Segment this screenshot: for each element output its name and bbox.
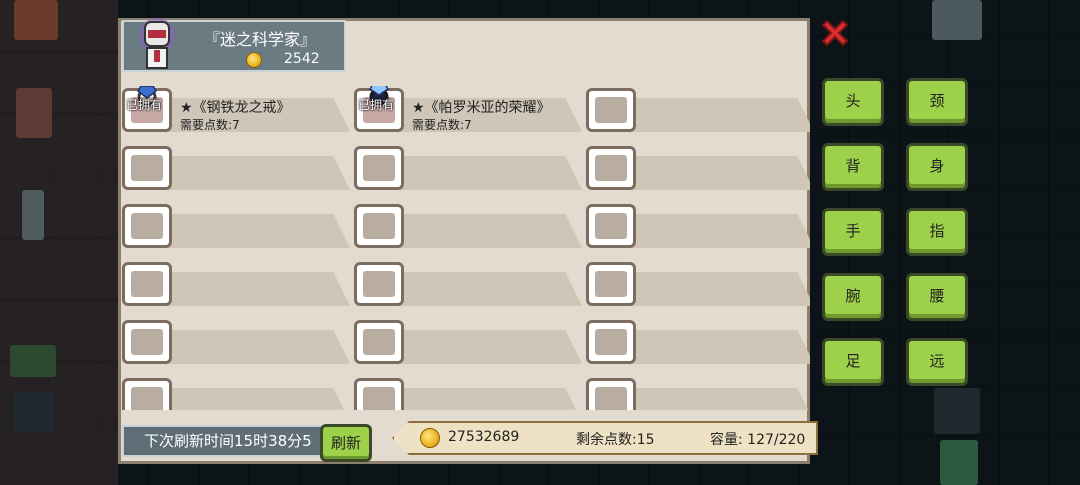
empty-item-slot[interactable] bbox=[586, 144, 810, 192]
gold-coin-icon bbox=[246, 52, 262, 68]
item-frame bbox=[354, 146, 404, 190]
scientist-avatar-icon bbox=[139, 18, 175, 69]
item-frame bbox=[586, 262, 636, 306]
slot-background bbox=[144, 388, 350, 410]
item-frame bbox=[586, 88, 636, 132]
slot-button-back[interactable]: 背 bbox=[822, 143, 884, 191]
slot-button-head[interactable]: 头 bbox=[822, 78, 884, 126]
background-machine bbox=[940, 440, 978, 485]
item-frame bbox=[122, 146, 172, 190]
slot-background bbox=[608, 272, 810, 306]
slot-background bbox=[376, 214, 582, 248]
slot-background bbox=[144, 214, 350, 248]
slot-background bbox=[608, 388, 810, 410]
item-frame bbox=[122, 204, 172, 248]
merchant-profile: 『迷之科学家』 2542 bbox=[122, 18, 346, 72]
empty-item-slot[interactable] bbox=[586, 318, 810, 366]
empty-item-slot[interactable] bbox=[122, 202, 350, 250]
slot-background bbox=[144, 330, 350, 364]
empty-item-slot[interactable] bbox=[586, 260, 810, 308]
slot-background bbox=[608, 214, 810, 248]
background-vent bbox=[14, 392, 54, 432]
slot-button-neck[interactable]: 颈 bbox=[906, 78, 968, 126]
empty-item-slot[interactable] bbox=[354, 202, 582, 250]
item-row bbox=[122, 376, 810, 410]
item-name: ★《钢铁龙之戒》 bbox=[180, 100, 291, 116]
refresh-timer: 下次刷新时间15时38分5 bbox=[122, 425, 344, 457]
background-machine bbox=[932, 0, 982, 40]
item-frame bbox=[586, 204, 636, 248]
item-row bbox=[122, 260, 810, 310]
merchant-name: 『迷之科学家』 bbox=[204, 30, 317, 49]
item-slot[interactable]: 已拥有 ★《帕罗米亚的荣耀》 需要点数:7 bbox=[354, 86, 582, 134]
background-machine bbox=[10, 345, 56, 377]
slot-button-waist[interactable]: 腰 bbox=[906, 273, 968, 321]
empty-item-slot[interactable] bbox=[122, 318, 350, 366]
slot-background bbox=[376, 330, 582, 364]
slot-button-foot[interactable]: 足 bbox=[822, 338, 884, 386]
refresh-button[interactable]: 刷新 bbox=[320, 424, 372, 462]
item-grid: 已拥有 ★《钢铁龙之戒》 需要点数:7 已拥有 ★《帕罗米亚的荣耀》 需要点数:… bbox=[122, 86, 810, 410]
player-stats-bar: 27532689 剩余点数:15 容量: 127/220 bbox=[392, 421, 818, 455]
empty-item-slot[interactable] bbox=[122, 260, 350, 308]
slot-background bbox=[144, 272, 350, 306]
item-requirement: 需要点数:7 bbox=[180, 118, 240, 132]
item-frame bbox=[586, 378, 636, 410]
item-frame bbox=[586, 320, 636, 364]
gold-coin-icon bbox=[420, 428, 440, 448]
owned-badge: 已拥有 bbox=[126, 98, 163, 112]
close-icon[interactable] bbox=[818, 16, 852, 50]
capacity: 容量: 127/220 bbox=[710, 432, 806, 448]
slot-background bbox=[144, 156, 350, 190]
item-frame bbox=[354, 320, 404, 364]
merchant-gold: 2542 bbox=[284, 51, 320, 67]
empty-item-slot[interactable] bbox=[354, 318, 582, 366]
empty-item-slot[interactable] bbox=[354, 376, 582, 410]
background-plant bbox=[22, 190, 44, 240]
owned-badge: 已拥有 bbox=[358, 98, 395, 112]
item-frame bbox=[354, 378, 404, 410]
item-frame bbox=[122, 378, 172, 410]
background-furniture bbox=[14, 0, 58, 40]
item-slot[interactable]: 已拥有 ★《钢铁龙之戒》 需要点数:7 bbox=[122, 86, 350, 134]
slot-button-ranged[interactable]: 远 bbox=[906, 338, 968, 386]
empty-item-slot[interactable] bbox=[586, 376, 810, 410]
item-frame bbox=[354, 262, 404, 306]
item-frame bbox=[586, 146, 636, 190]
item-frame bbox=[354, 204, 404, 248]
slot-button-wrist[interactable]: 腕 bbox=[822, 273, 884, 321]
player-gold: 27532689 bbox=[448, 429, 520, 445]
item-frame bbox=[122, 262, 172, 306]
item-row bbox=[122, 202, 810, 252]
slot-button-finger[interactable]: 指 bbox=[906, 208, 968, 256]
slot-button-hand[interactable]: 手 bbox=[822, 208, 884, 256]
empty-item-slot[interactable] bbox=[122, 144, 350, 192]
item-row bbox=[122, 318, 810, 368]
slot-background bbox=[608, 98, 810, 132]
slot-background bbox=[608, 156, 810, 190]
background-furniture bbox=[16, 88, 52, 138]
item-requirement: 需要点数:7 bbox=[412, 118, 472, 132]
slot-background bbox=[376, 388, 582, 410]
slot-background bbox=[376, 156, 582, 190]
empty-item-slot[interactable] bbox=[354, 260, 582, 308]
slot-background bbox=[376, 272, 582, 306]
slot-background bbox=[608, 330, 810, 364]
item-row bbox=[122, 144, 810, 194]
item-row: 已拥有 ★《钢铁龙之戒》 需要点数:7 已拥有 ★《帕罗米亚的荣耀》 需要点数:… bbox=[122, 86, 810, 136]
remaining-points: 剩余点数:15 bbox=[576, 432, 655, 448]
item-frame bbox=[122, 320, 172, 364]
empty-item-slot[interactable] bbox=[586, 202, 810, 250]
empty-item-slot[interactable] bbox=[122, 376, 350, 410]
background-vent bbox=[934, 388, 980, 434]
slot-button-body[interactable]: 身 bbox=[906, 143, 968, 191]
item-name: ★《帕罗米亚的荣耀》 bbox=[412, 100, 551, 116]
empty-item-slot[interactable] bbox=[586, 86, 810, 134]
empty-item-slot[interactable] bbox=[354, 144, 582, 192]
